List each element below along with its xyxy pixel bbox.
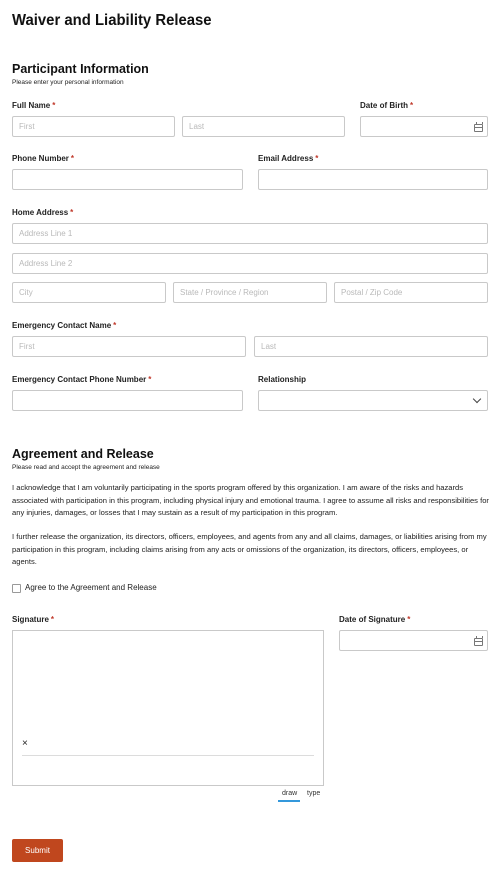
- state-input[interactable]: [173, 282, 327, 303]
- calendar-icon[interactable]: [474, 122, 483, 132]
- page-title: Waiver and Liability Release: [12, 12, 212, 29]
- date-of-signature-label: Date of Signature *: [339, 615, 411, 624]
- email-input[interactable]: [258, 169, 488, 190]
- email-label: Email Address *: [258, 154, 319, 163]
- agree-checkbox[interactable]: [12, 584, 21, 593]
- emergency-name-label: Emergency Contact Name *: [12, 321, 117, 330]
- agreement-paragraph-1: I acknowledge that I am voluntarily part…: [12, 483, 489, 517]
- relationship-select[interactable]: [258, 390, 488, 411]
- agreement-paragraph-2: I further release the organization, its …: [12, 532, 487, 566]
- emergency-phone-input[interactable]: [12, 390, 243, 411]
- first-name-input[interactable]: [12, 116, 175, 137]
- signature-label: Signature *: [12, 615, 55, 624]
- participant-section-subtitle: Please enter your personal information: [12, 79, 124, 86]
- emergency-last-input[interactable]: [254, 336, 488, 357]
- submit-button[interactable]: Submit: [12, 839, 63, 862]
- address-line1-input[interactable]: [12, 223, 488, 244]
- dob-label: Date of Birth *: [360, 101, 414, 110]
- signature-tab-draw[interactable]: draw: [282, 790, 297, 797]
- date-of-signature-input[interactable]: [339, 630, 488, 651]
- emergency-first-input[interactable]: [12, 336, 246, 357]
- signature-tab-active-indicator: [278, 800, 300, 802]
- agreement-section-subtitle: Please read and accept the agreement and…: [12, 464, 160, 471]
- signature-pad[interactable]: ×: [12, 630, 324, 786]
- participant-section-title: Participant Information: [12, 62, 149, 76]
- phone-input[interactable]: [12, 169, 243, 190]
- relationship-label: Relationship: [258, 375, 307, 384]
- signature-x-mark: ×: [22, 738, 28, 749]
- zip-input[interactable]: [334, 282, 488, 303]
- phone-label: Phone Number *: [12, 154, 75, 163]
- calendar-icon[interactable]: [474, 636, 483, 646]
- signature-tab-type[interactable]: type: [307, 790, 320, 797]
- home-address-label: Home Address *: [12, 208, 74, 217]
- last-name-input[interactable]: [182, 116, 345, 137]
- city-input[interactable]: [12, 282, 166, 303]
- dob-input[interactable]: [360, 116, 488, 137]
- agree-checkbox-label[interactable]: Agree to the Agreement and Release: [25, 583, 157, 592]
- signature-baseline: [22, 755, 314, 756]
- full-name-label: Full Name *: [12, 101, 56, 110]
- emergency-phone-label: Emergency Contact Phone Number *: [12, 375, 152, 384]
- agreement-section-title: Agreement and Release: [12, 447, 154, 461]
- address-line2-input[interactable]: [12, 253, 488, 274]
